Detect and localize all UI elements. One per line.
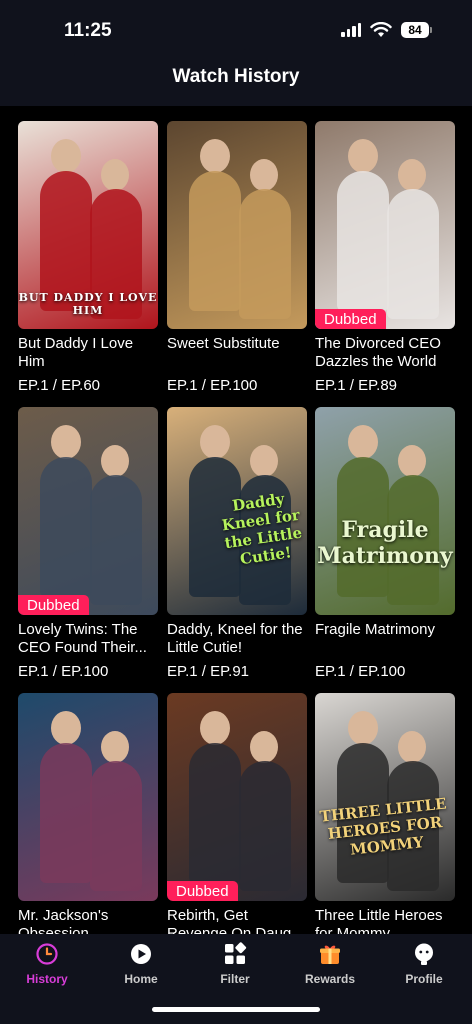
drama-title: Sweet Substitute xyxy=(167,335,280,352)
dubbed-badge: Dubbed xyxy=(315,309,386,329)
drama-episode: EP.1 / EP.91 xyxy=(167,663,250,680)
page-title: Watch History xyxy=(172,66,300,87)
status-time: 11:25 xyxy=(64,20,112,41)
drama-title: Fragile Matrimony xyxy=(315,621,436,638)
drama-poster: Dubbed xyxy=(315,121,455,329)
drama-poster: Daddy Kneel for the Little Cutie! xyxy=(167,407,307,615)
drama-poster: Fragile Matrimony xyxy=(315,407,455,615)
drama-card[interactable]: BUT DADDY I LOVE HIM But Daddy I Love Hi… xyxy=(18,121,158,394)
drama-title: Daddy, Kneel for the Little Cutie! xyxy=(167,621,303,656)
drama-card[interactable]: Fragile Matrimony Fragile Matrimony EP.1… xyxy=(315,407,455,680)
drama-poster: BUT DADDY I LOVE HIM xyxy=(18,121,158,329)
dubbed-badge: Dubbed xyxy=(167,881,238,901)
signal-icon xyxy=(341,23,361,37)
drama-poster: Dubbed xyxy=(18,407,158,615)
history-grid: BUT DADDY I LOVE HIM But Daddy I Love Hi… xyxy=(0,106,472,934)
drama-poster xyxy=(18,693,158,901)
tab-label: History xyxy=(26,972,68,986)
drama-title: Mr. Jackson's Obsession xyxy=(18,907,109,934)
tab-profile[interactable]: Profile xyxy=(377,942,471,986)
gift-icon xyxy=(320,945,340,964)
tab-label: Filter xyxy=(220,972,250,986)
tab-history[interactable]: History xyxy=(0,942,94,986)
drama-title: Three Little Heroes for Mommy xyxy=(315,907,443,934)
home-indicator xyxy=(152,1007,320,1012)
drama-title: Rebirth, Get Revenge On Daug... xyxy=(167,907,304,934)
drama-card[interactable]: THREE LITTLE HEROES FOR MOMMY Three Litt… xyxy=(315,693,455,934)
tab-filter[interactable]: Filter xyxy=(188,942,282,986)
drama-card[interactable]: Dubbed Rebirth, Get Revenge On Daug... xyxy=(167,693,307,934)
drama-episode: EP.1 / EP.100 xyxy=(315,663,406,680)
drama-title: The Divorced CEO Dazzles the World xyxy=(315,335,441,370)
drama-card[interactable]: Dubbed The Divorced CEO Dazzles the Worl… xyxy=(315,121,455,394)
battery-icon: 84 xyxy=(401,22,432,38)
drama-episode: EP.1 / EP.100 xyxy=(167,377,258,394)
poster-caption: BUT DADDY I LOVE HIM xyxy=(18,291,158,317)
drama-episode: EP.1 / EP.89 xyxy=(315,377,398,394)
wifi-icon xyxy=(370,22,392,37)
header: Watch History xyxy=(0,60,472,106)
tab-label: Rewards xyxy=(304,972,356,986)
drama-card[interactable]: Daddy Kneel for the Little Cutie! Daddy,… xyxy=(167,407,307,680)
tab-home[interactable]: Home xyxy=(94,942,188,986)
status-bar: 11:25 84 xyxy=(0,0,472,60)
tab-label: Home xyxy=(124,972,158,986)
drama-card[interactable]: Sweet Substitute EP.1 / EP.100 xyxy=(167,121,307,394)
drama-poster xyxy=(167,121,307,329)
grid-icon xyxy=(225,942,247,964)
battery-level: 84 xyxy=(401,22,429,38)
history-icon xyxy=(36,943,58,965)
drama-poster: THREE LITTLE HEROES FOR MOMMY xyxy=(315,693,455,901)
drama-card[interactable]: Dubbed Lovely Twins: The CEO Found Their… xyxy=(18,407,158,680)
tab-label: Profile xyxy=(405,972,443,986)
drama-title: Lovely Twins: The CEO Found Their... xyxy=(18,621,147,656)
poster-caption: Fragile Matrimony xyxy=(317,517,453,569)
poster-caption: Daddy Kneel for the Little Cutie! xyxy=(220,489,304,569)
drama-episode: EP.1 / EP.100 xyxy=(18,663,109,680)
profile-icon xyxy=(415,943,433,965)
play-circle-icon xyxy=(131,944,151,964)
drama-card[interactable]: Mr. Jackson's Obsession xyxy=(18,693,158,934)
drama-title: But Daddy I Love Him xyxy=(18,335,134,370)
drama-poster: Dubbed xyxy=(167,693,307,901)
status-icons: 84 xyxy=(341,22,432,38)
dubbed-badge: Dubbed xyxy=(18,595,89,615)
tab-rewards[interactable]: Rewards xyxy=(283,942,377,986)
drama-episode: EP.1 / EP.60 xyxy=(18,377,101,394)
